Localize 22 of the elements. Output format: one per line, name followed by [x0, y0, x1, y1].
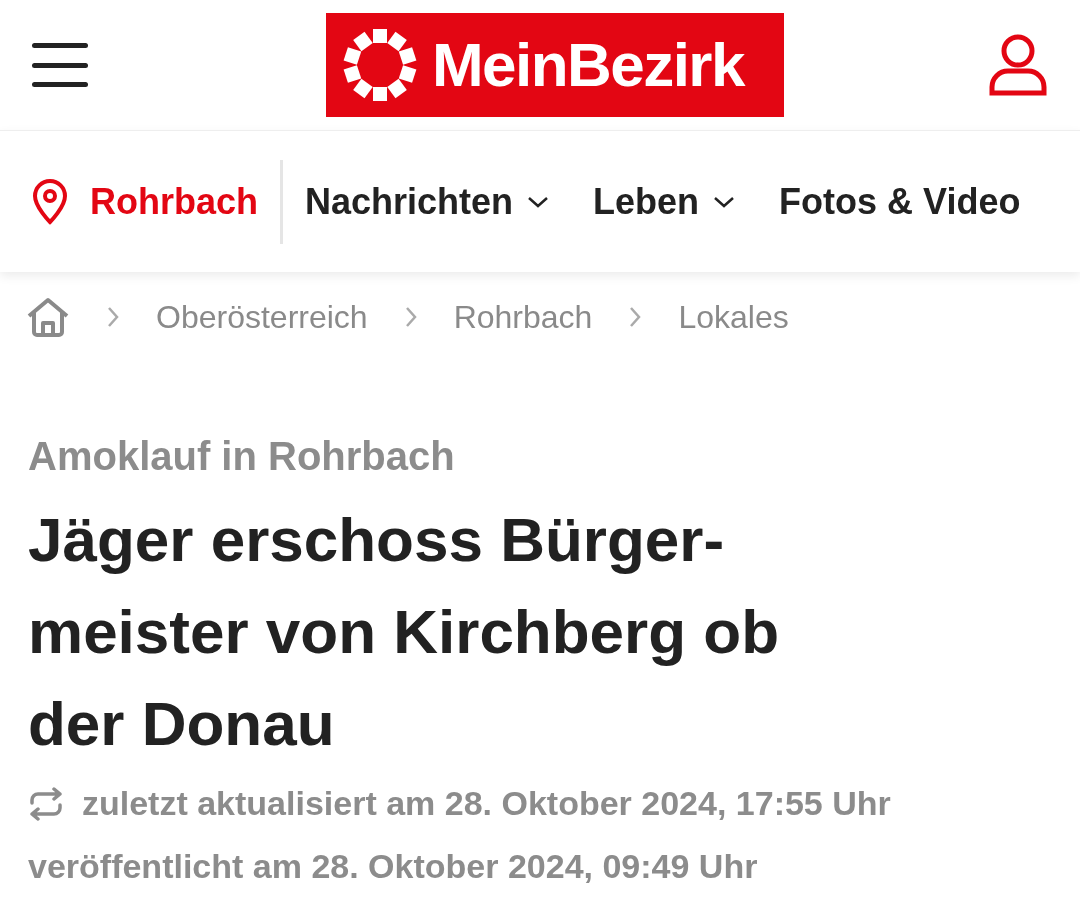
- sun-icon: [342, 27, 418, 103]
- menu-icon[interactable]: [32, 43, 88, 87]
- article-headline: Jäger erschoss Bürger-meister von Kirchberg ob der Donau: [28, 504, 781, 760]
- article-kicker: Amoklauf in Rohrbach: [28, 433, 456, 480]
- refresh-icon: [28, 786, 64, 821]
- published-date: veröffentlicht am 28. Oktober 2024, 09:49 Uhr: [28, 846, 759, 887]
- breadcrumb-link[interactable]: Oberösterreich: [156, 293, 368, 341]
- chevron-right-icon: [628, 305, 643, 329]
- region-name: Rohrbach: [90, 179, 258, 224]
- chevron-right-icon: [106, 305, 120, 329]
- location-pin-icon: [32, 178, 68, 225]
- breadcrumb-link[interactable]: Lokales: [678, 293, 789, 341]
- nav-link[interactable]: Fotos & Video: [779, 174, 1021, 229]
- nav-link[interactable]: Nachrichten: [305, 174, 550, 229]
- region-link[interactable]: Rohrbach: [0, 174, 280, 229]
- user-icon[interactable]: [988, 33, 1048, 97]
- site-logo[interactable]: MeinBezirk: [326, 13, 784, 117]
- breadcrumb-link[interactable]: Rohrbach: [453, 293, 593, 341]
- updated-date: zuletzt aktualisiert am 28. Oktober 2024, 17:55 Uhr: [82, 783, 891, 824]
- home-icon[interactable]: [26, 296, 70, 338]
- nav-link[interactable]: Leben: [593, 174, 736, 229]
- chevron-right-icon: [403, 305, 418, 329]
